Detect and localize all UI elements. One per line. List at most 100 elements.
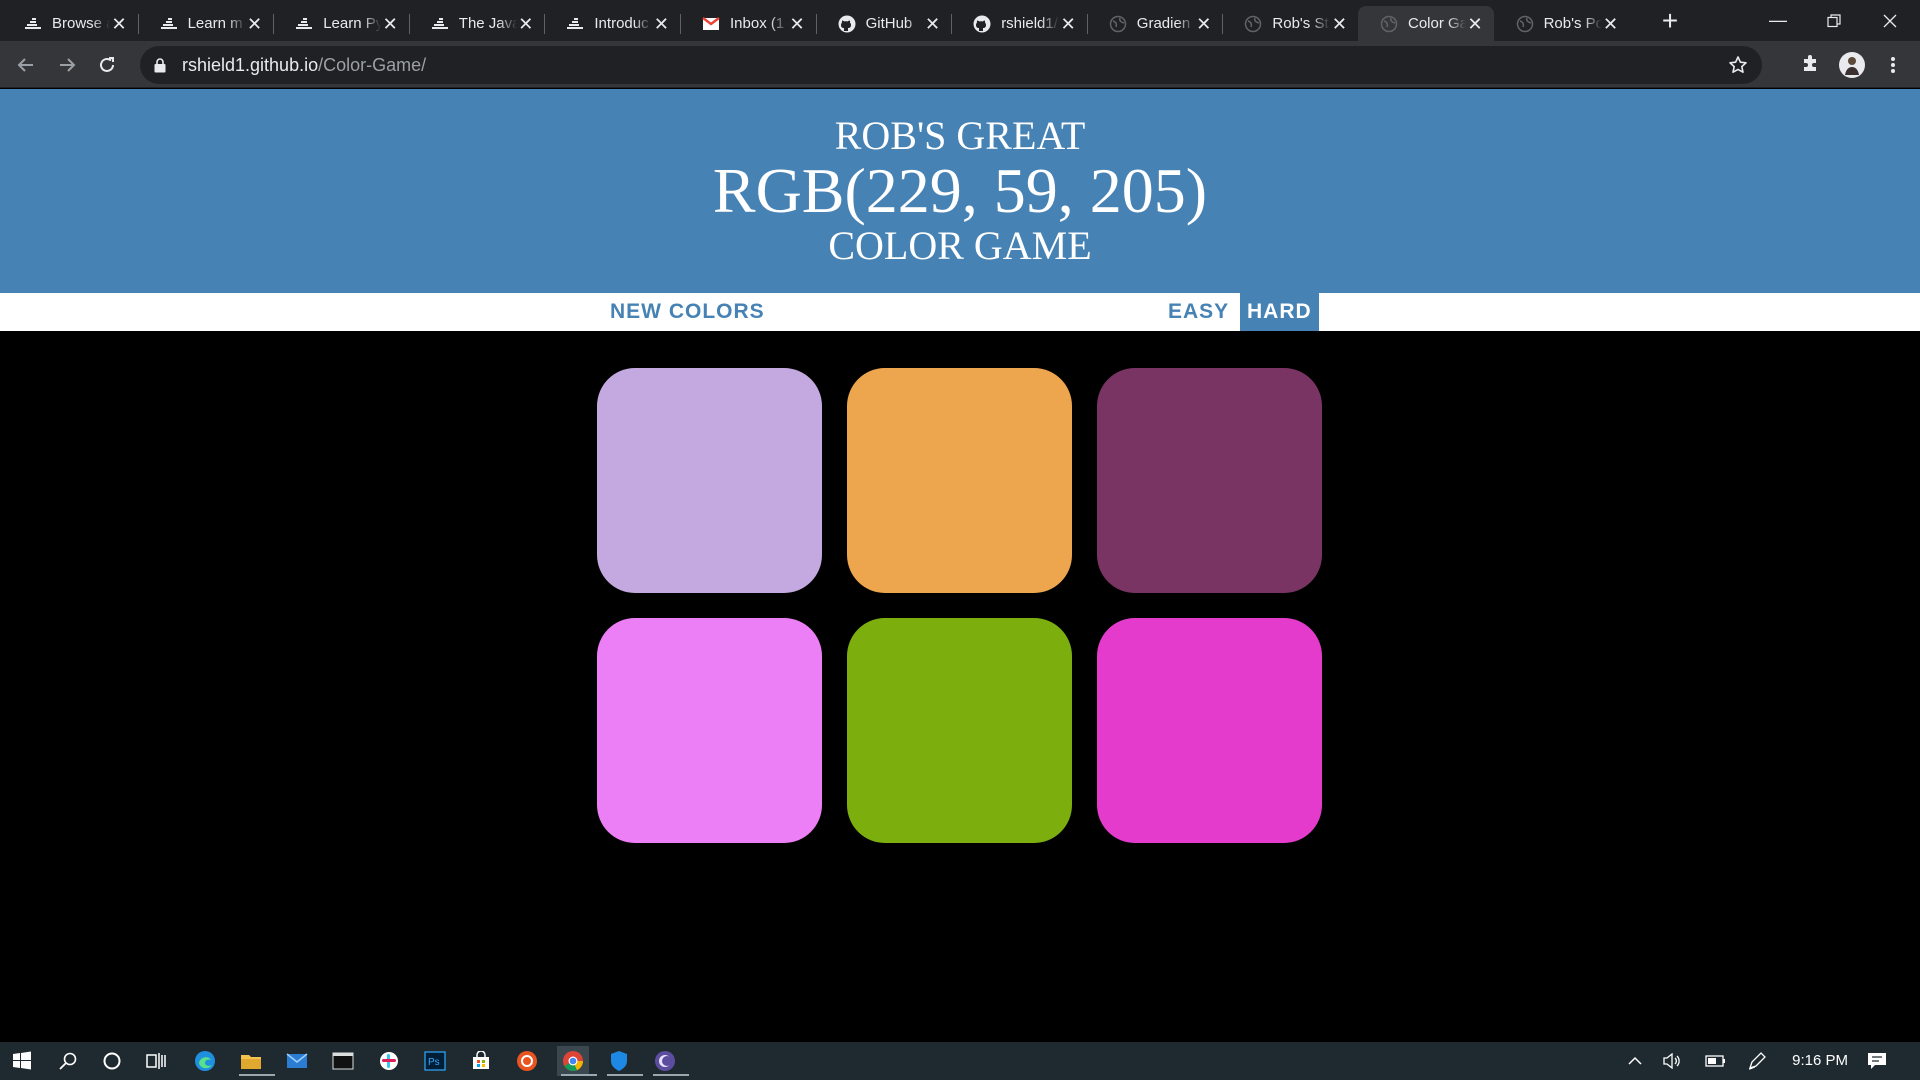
- battery-button[interactable]: [1705, 1050, 1727, 1072]
- tab-title: Rob's St: [1272, 15, 1331, 32]
- avatar-icon: [1839, 52, 1865, 78]
- chrome-taskbar-icon[interactable]: [557, 1046, 597, 1076]
- freecodecamp-icon: [295, 15, 313, 33]
- speaker-icon: [1663, 1053, 1680, 1069]
- slack-taskbar-icon[interactable]: [373, 1046, 405, 1076]
- start-button[interactable]: [6, 1046, 38, 1076]
- show-hidden-icons-button[interactable]: [1624, 1050, 1646, 1072]
- browser-tab[interactable]: Gradien ✕: [1087, 6, 1223, 41]
- tab-title: GitHub: [866, 15, 924, 32]
- tab-close-icon[interactable]: ✕: [381, 15, 399, 33]
- page-content: Rob's Great RGB(229, 59, 205) Color Game…: [0, 89, 1920, 1042]
- tab-title: Color Ga: [1408, 15, 1466, 32]
- color-square[interactable]: [847, 618, 1072, 843]
- eclipse-taskbar-icon[interactable]: [649, 1046, 689, 1076]
- tab-close-icon[interactable]: ✕: [924, 15, 942, 33]
- close-window-button[interactable]: [1862, 0, 1918, 41]
- running-indicator: [561, 1074, 597, 1076]
- arrow-right-icon: [60, 58, 76, 72]
- terminal-taskbar-icon[interactable]: [327, 1046, 359, 1076]
- tab-separator: [951, 14, 953, 34]
- url-path: /Color-Game/: [318, 54, 427, 75]
- color-square[interactable]: [1097, 368, 1322, 593]
- profile-avatar[interactable]: [1836, 49, 1868, 81]
- back-button[interactable]: [10, 49, 42, 81]
- bookmark-star-icon[interactable]: [1728, 55, 1748, 75]
- tab-separator: [273, 14, 275, 34]
- tab-separator: [680, 14, 681, 34]
- tab-close-icon[interactable]: ✕: [110, 15, 128, 33]
- browser-tab[interactable]: GitHub ✕: [816, 6, 952, 41]
- tab-title: Introduc: [594, 15, 653, 32]
- extensions-button[interactable]: [1795, 49, 1827, 81]
- tab-close-icon[interactable]: ✕: [652, 15, 670, 33]
- store-taskbar-icon[interactable]: [465, 1046, 497, 1076]
- reload-button[interactable]: [91, 49, 123, 81]
- color-square[interactable]: [597, 368, 822, 593]
- ubuntu-taskbar-icon[interactable]: [511, 1046, 543, 1076]
- new-tab-button[interactable]: +: [1656, 7, 1684, 36]
- tab-title: Learn Py: [323, 15, 382, 32]
- running-indicator: [607, 1074, 643, 1076]
- tab-close-icon[interactable]: ✕: [1602, 15, 1620, 33]
- minimize-button[interactable]: —: [1750, 0, 1806, 41]
- browser-tab[interactable]: Learn Py ✕: [273, 6, 409, 41]
- color-square[interactable]: [1097, 618, 1322, 843]
- notification-icon: [1868, 1053, 1886, 1069]
- browser-menu-button[interactable]: [1877, 49, 1909, 81]
- forward-button[interactable]: [51, 49, 83, 81]
- browser-tab[interactable]: Rob's Po ✕: [1494, 6, 1630, 41]
- tab-title: Inbox (1: [730, 15, 788, 32]
- cortana-button[interactable]: [96, 1046, 128, 1076]
- url-host: rshield1.github.io: [182, 54, 319, 75]
- restore-button[interactable]: [1806, 0, 1862, 41]
- hard-mode-button[interactable]: Hard: [1240, 293, 1319, 331]
- tab-title: Rob's Po: [1543, 15, 1602, 32]
- svg-text:Ps: Ps: [428, 1057, 440, 1068]
- control-stripe: New Colors Easy Hard: [0, 293, 1920, 331]
- tab-close-icon[interactable]: ✕: [246, 15, 264, 33]
- new-colors-button[interactable]: New Colors: [603, 293, 772, 331]
- file-explorer-taskbar-icon[interactable]: [235, 1046, 275, 1076]
- task-view-button[interactable]: [141, 1046, 173, 1076]
- browser-tab[interactable]: Learn m ✕: [138, 6, 274, 41]
- address-bar[interactable]: rshield1.github.io/Color-Game/: [140, 46, 1762, 84]
- game-header: Rob's Great RGB(229, 59, 205) Color Game: [0, 89, 1920, 293]
- globe-icon: [1109, 15, 1127, 33]
- browser-tab[interactable]: rshield1/✕: [951, 6, 1087, 41]
- tab-close-icon[interactable]: ✕: [788, 15, 806, 33]
- pen-workspace-button[interactable]: [1746, 1050, 1768, 1072]
- tab-close-icon[interactable]: ✕: [1330, 15, 1348, 33]
- search-button[interactable]: [52, 1046, 84, 1076]
- color-square[interactable]: [847, 368, 1072, 593]
- photoshop-taskbar-icon[interactable]: Ps: [419, 1046, 451, 1076]
- action-center-button[interactable]: [1866, 1050, 1888, 1072]
- windows-taskbar: Ps 9:16 PM: [0, 1042, 1920, 1080]
- easy-mode-button[interactable]: Easy: [1161, 293, 1236, 331]
- tab-close-icon[interactable]: ✕: [1059, 15, 1077, 33]
- defender-taskbar-icon[interactable]: [603, 1046, 643, 1076]
- browser-tab[interactable]: Introduc ✕: [544, 6, 680, 41]
- reload-icon: [100, 57, 114, 72]
- color-square[interactable]: [597, 618, 822, 843]
- kebab-menu-icon: [1891, 57, 1895, 73]
- taskbar-clock[interactable]: 9:16 PM: [1792, 1052, 1848, 1069]
- tab-title: rshield1/: [1001, 15, 1060, 32]
- browser-tab[interactable]: Rob's St ✕: [1222, 6, 1358, 41]
- edge-taskbar-icon[interactable]: [189, 1046, 221, 1076]
- freecodecamp-icon: [160, 15, 178, 33]
- browser-tab[interactable]: Browse a ✕: [2, 6, 138, 41]
- pen-icon: [1748, 1052, 1766, 1070]
- tab-close-icon[interactable]: ✕: [1466, 15, 1484, 33]
- freecodecamp-icon: [431, 15, 449, 33]
- volume-button[interactable]: [1661, 1050, 1683, 1072]
- tab-close-icon[interactable]: ✕: [1195, 15, 1213, 33]
- browser-tab[interactable]: The Java ✕: [409, 6, 545, 41]
- mail-taskbar-icon[interactable]: [281, 1046, 313, 1076]
- tab-separator: [408, 14, 410, 34]
- tab-close-icon[interactable]: ✕: [517, 15, 535, 33]
- close-icon: [1883, 14, 1897, 27]
- browser-tab[interactable]: Inbox (1 ✕: [680, 6, 816, 41]
- color-display: RGB(229, 59, 205): [712, 155, 1208, 226]
- browser-tab[interactable]: Color Ga ✕: [1358, 6, 1494, 41]
